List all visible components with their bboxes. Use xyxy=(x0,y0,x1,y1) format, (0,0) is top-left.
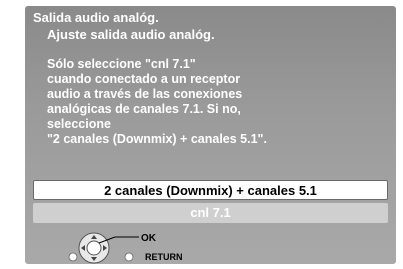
message-line: analógicas de canales 7.1. Si no, xyxy=(47,102,241,116)
message-line: seleccione xyxy=(47,117,111,131)
message-line: "2 canales (Downmix) + canales 5.1". xyxy=(47,132,267,146)
message-line: audio a través de las conexiones xyxy=(47,87,243,101)
message-line: Sólo seleccione "cnl 7.1" xyxy=(47,57,196,71)
dialog-subtitle: Ajuste salida audio analóg. xyxy=(47,27,215,42)
ok-label: OK xyxy=(141,233,156,244)
return-label: RETURN xyxy=(145,252,183,262)
option-2ch-downmix-5-1[interactable]: 2 canales (Downmix) + canales 5.1 xyxy=(33,180,388,200)
dialog-title: Salida audio analóg. xyxy=(33,10,159,25)
option-7-1-channel[interactable]: cnl 7.1 xyxy=(33,203,388,223)
remote-guide: OK RETURN xyxy=(65,228,185,264)
instruction-message: Sólo seleccione "cnl 7.1" cuando conecta… xyxy=(47,57,267,147)
settings-dialog: Salida audio analóg. Ajuste salida audio… xyxy=(25,6,396,264)
message-line: cuando conectado a un receptor xyxy=(47,72,241,86)
